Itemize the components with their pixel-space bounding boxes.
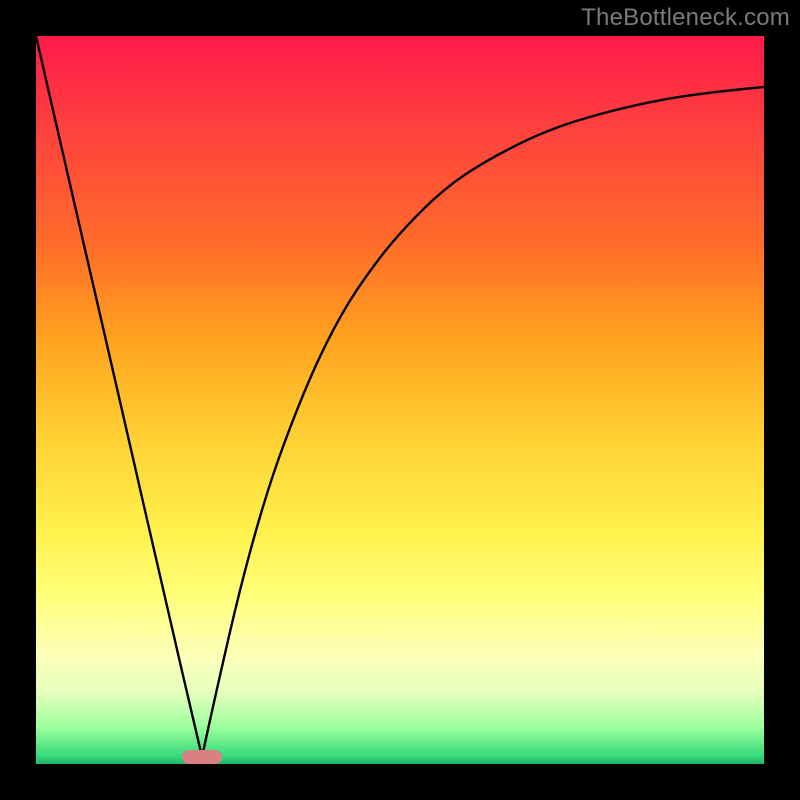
bottleneck-curve: [36, 36, 764, 757]
minimum-marker: [182, 750, 223, 764]
plot-area: [36, 36, 764, 764]
chart-frame: TheBottleneck.com: [0, 0, 800, 800]
watermark-text: TheBottleneck.com: [581, 4, 790, 32]
curve-layer: [36, 36, 764, 764]
